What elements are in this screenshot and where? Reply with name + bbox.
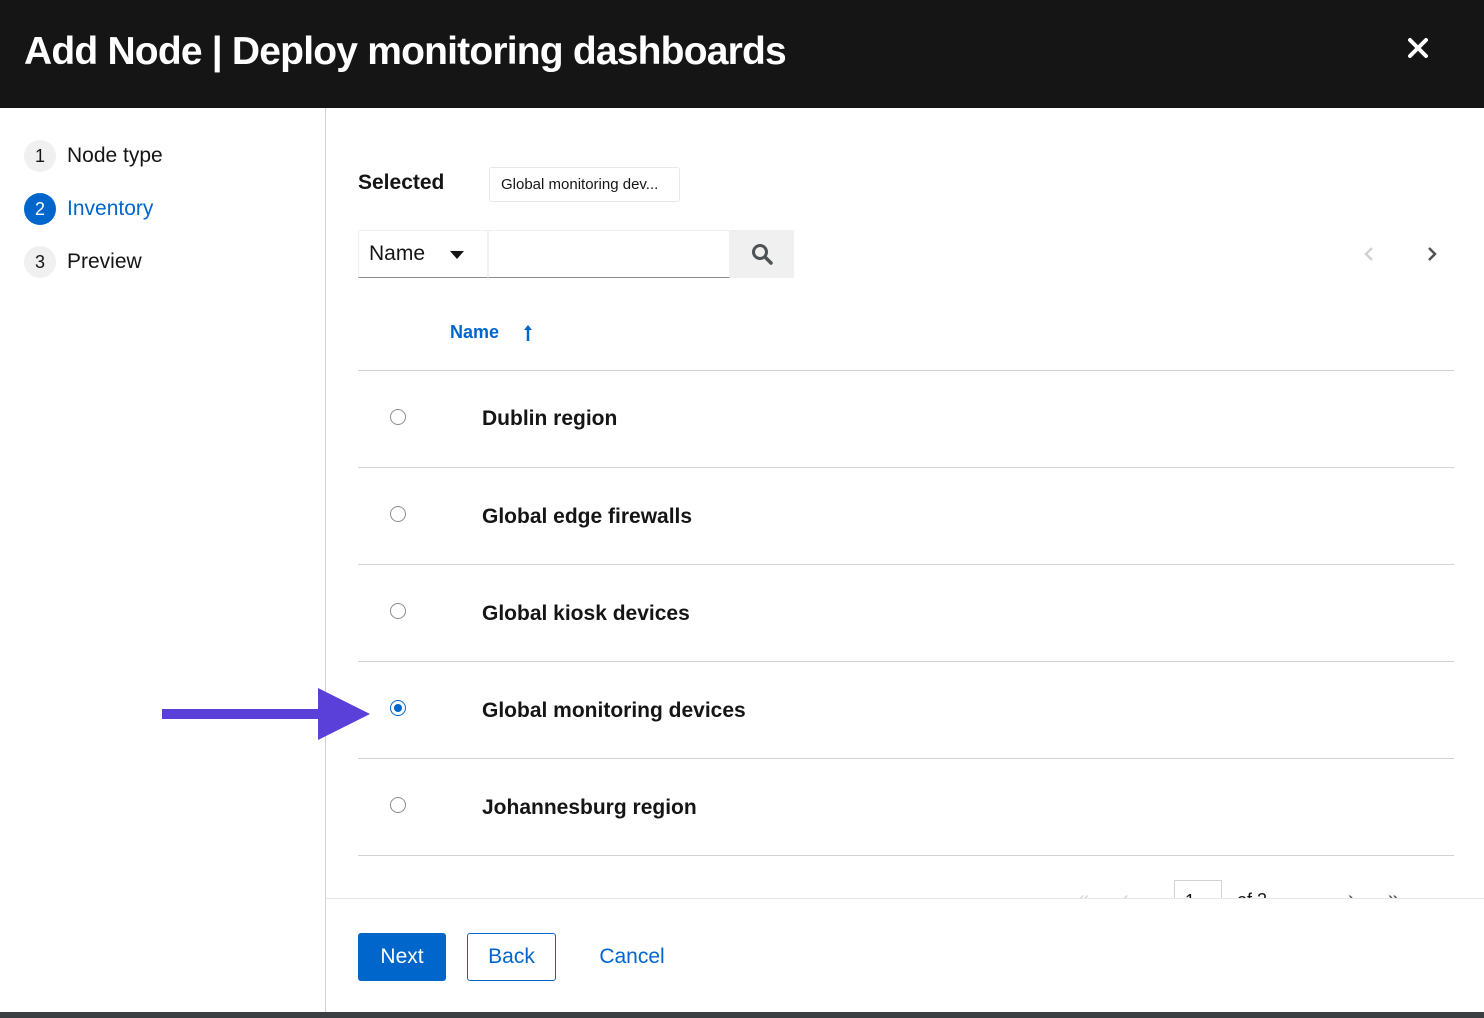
- filter-field-value: Name: [369, 242, 426, 265]
- wizard-step-preview[interactable]: 3 Preview: [24, 245, 142, 279]
- search-input[interactable]: [488, 230, 730, 278]
- table-row[interactable]: Global edge firewalls: [358, 468, 1454, 564]
- cancel-button[interactable]: Cancel: [588, 933, 676, 981]
- modal-body: 1 Node type 2 Inventory 3 Preview Select…: [0, 108, 1484, 1012]
- table-row[interactable]: Johannesburg region: [358, 759, 1454, 855]
- back-button[interactable]: Back: [467, 933, 556, 981]
- column-header-label: Name: [450, 322, 500, 342]
- wizard-content: Selected Global monitoring dev... Name N…: [326, 108, 1484, 902]
- table-row-selected[interactable]: Global monitoring devices: [358, 662, 1454, 758]
- sort-up-arrow-icon: [524, 324, 533, 341]
- angle-right-icon: [1428, 247, 1437, 261]
- name-column-header[interactable]: Name: [450, 322, 533, 343]
- table-row[interactable]: Global kiosk devices: [358, 565, 1454, 661]
- selected-label: Selected: [358, 171, 445, 194]
- table-row[interactable]: Dublin region: [358, 371, 1454, 467]
- step-number: 3: [24, 246, 56, 278]
- step-label: Preview: [67, 250, 142, 273]
- previous-page-button[interactable]: [1355, 240, 1383, 268]
- step-label: Node type: [67, 144, 163, 167]
- angle-left-icon: [1364, 247, 1373, 261]
- filter-field-select[interactable]: Name: [358, 230, 488, 278]
- row-name: Johannesburg region: [482, 796, 697, 819]
- row-name: Dublin region: [482, 407, 618, 430]
- row-radio[interactable]: [390, 409, 406, 425]
- row-radio-checked[interactable]: [390, 700, 406, 716]
- step-number: 2: [24, 193, 56, 225]
- close-icon: [1408, 38, 1428, 58]
- step-number: 1: [24, 140, 56, 172]
- modal-title: Add Node | Deploy monitoring dashboards: [24, 30, 787, 73]
- step-label: Inventory: [67, 197, 154, 220]
- close-button[interactable]: [1400, 30, 1436, 66]
- search-icon: [752, 244, 773, 265]
- caret-down-icon: [450, 251, 464, 259]
- row-name: Global kiosk devices: [482, 602, 690, 625]
- modal-footer: Next Back Cancel: [326, 898, 1484, 1012]
- next-button[interactable]: Next: [358, 933, 446, 981]
- add-node-modal: Add Node | Deploy monitoring dashboards …: [0, 0, 1484, 1018]
- row-radio[interactable]: [390, 603, 406, 619]
- wizard-nav: 1 Node type 2 Inventory 3 Preview: [0, 108, 326, 1012]
- row-radio[interactable]: [390, 506, 406, 522]
- modal-header: Add Node | Deploy monitoring dashboards: [0, 0, 1484, 108]
- search-button[interactable]: [730, 230, 794, 278]
- row-name: Global monitoring devices: [482, 699, 746, 722]
- table-divider: [358, 855, 1454, 856]
- bottom-strip: [0, 1012, 1484, 1018]
- wizard-step-node-type[interactable]: 1 Node type: [24, 139, 163, 173]
- wizard-step-inventory[interactable]: 2 Inventory: [24, 192, 153, 226]
- row-name: Global edge firewalls: [482, 505, 693, 528]
- selected-chip: Global monitoring dev...: [489, 167, 680, 202]
- row-radio[interactable]: [390, 797, 406, 813]
- annotation-arrow-icon: [162, 688, 370, 740]
- next-page-button[interactable]: [1418, 240, 1446, 268]
